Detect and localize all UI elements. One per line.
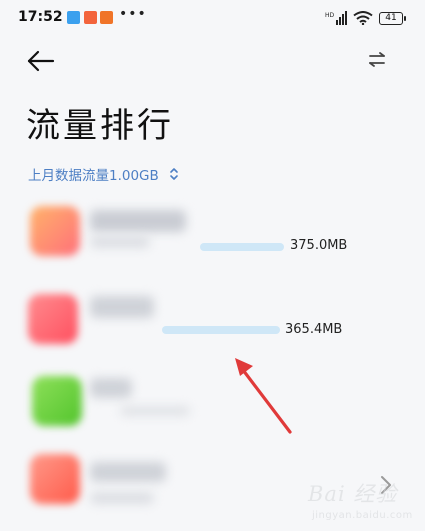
page-title: 流量排行 xyxy=(26,106,174,146)
watermark-main: Bai 经验 xyxy=(308,482,398,506)
notification-app-icon xyxy=(67,11,80,24)
notification-app-icon xyxy=(100,11,113,24)
app-detail-blurred xyxy=(90,492,154,504)
usage-value: 375.0MB xyxy=(290,238,348,253)
app-detail-blurred xyxy=(90,236,150,248)
wifi-icon xyxy=(353,11,373,25)
app-name-blurred xyxy=(90,378,132,398)
usage-bar xyxy=(200,243,284,251)
app-icon xyxy=(28,294,78,344)
swap-arrows-icon xyxy=(369,52,385,67)
usage-value: 365.4MB xyxy=(285,322,343,337)
usage-bar xyxy=(162,326,280,334)
data-usage-summary[interactable]: 上月数据流量1.00GB xyxy=(28,164,179,184)
svg-text:HD: HD xyxy=(325,12,335,19)
app-name-blurred xyxy=(90,296,154,318)
watermark-sub: jingyan.baidu.com xyxy=(312,510,413,521)
annotation-arrow-icon xyxy=(235,358,292,434)
app-usage-row[interactable] xyxy=(0,372,425,452)
unfold-icon xyxy=(169,168,178,180)
status-time: 17:52 xyxy=(18,9,63,25)
app-icon xyxy=(32,376,82,426)
app-name-blurred xyxy=(90,210,186,232)
watermark: Bai 经验 jingyan.baidu.com xyxy=(302,472,422,528)
app-icon xyxy=(30,206,80,256)
battery-icon: 41 xyxy=(379,11,406,25)
app-usage-row[interactable]: 365.4MB xyxy=(0,290,425,370)
notification-app-icon xyxy=(84,11,97,24)
status-indicators: HD 41 xyxy=(325,9,406,27)
more-notifications-icon: ••• xyxy=(119,6,147,22)
app-usage-row[interactable]: 375.0MB xyxy=(0,198,425,278)
switch-button[interactable] xyxy=(365,48,389,72)
app-detail-blurred xyxy=(120,406,190,416)
status-bar: 17:52 ••• HD 41 xyxy=(0,0,425,36)
app-icon xyxy=(30,454,80,504)
back-button[interactable] xyxy=(26,48,56,74)
arrow-left-icon xyxy=(27,50,55,72)
summary-label: 上月数据流量1.00GB xyxy=(28,168,159,184)
signal-icon: HD xyxy=(325,11,347,25)
app-name-blurred xyxy=(90,462,166,482)
